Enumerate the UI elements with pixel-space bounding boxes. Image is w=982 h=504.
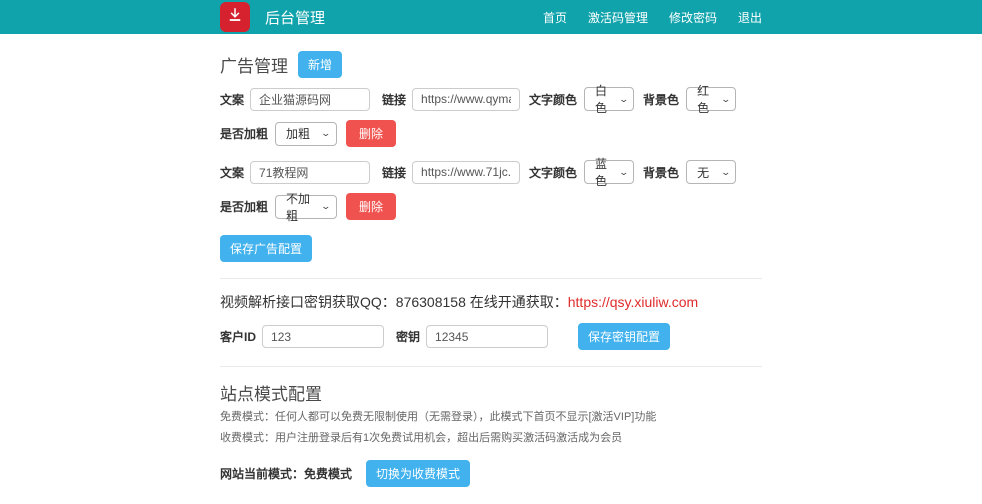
secret-key-input[interactable] (426, 325, 548, 348)
key-info-text: 视频解析接口密钥获取QQ：876308158 在线开通获取： (220, 294, 568, 310)
nav-item-activation-codes[interactable]: 激活码管理 (588, 9, 648, 26)
key-config-row: 客户ID 密钥 保存密钥配置 (220, 323, 762, 350)
site-mode-title: 站点模式配置 (220, 380, 762, 405)
ad-bg-color-label: 背景色 (643, 91, 679, 108)
ad-link-input[interactable] (412, 88, 520, 111)
ad-row-1-line-2: 是否加粗 加粗 ⌄ 删除 (220, 120, 762, 147)
ad-text-label: 文案 (220, 91, 244, 108)
paid-mode-description: 收费模式：用户注册登录后有1次免费试用机会，超出后需购买激活码激活成为会员 (220, 431, 762, 447)
current-mode-row: 网站当前模式：免费模式 切换为收费模式 (220, 460, 762, 487)
chevron-down-icon: ⌄ (720, 94, 731, 105)
ad-link-label: 链接 (382, 164, 406, 181)
ad-text-color-select[interactable]: 白色 ⌄ (584, 87, 634, 111)
current-mode-label: 网站当前模式：免费模式 (220, 465, 352, 482)
ad-link-label: 链接 (382, 91, 406, 108)
brand: 后台管理 (220, 0, 325, 34)
app-title: 后台管理 (265, 7, 325, 28)
selected-value: 蓝色 (595, 155, 613, 189)
ad-row-1-line-1: 文案 链接 文字颜色 白色 ⌄ 背景色 红色 ⌄ (220, 87, 762, 111)
section-divider (220, 278, 762, 279)
chevron-down-icon: ⌄ (720, 167, 731, 178)
ad-text-color-label: 文字颜色 (529, 164, 577, 181)
nav-item-logout[interactable]: 退出 (738, 9, 762, 26)
site-mode-section: 站点模式配置 免费模式：任何人都可以免费无限制使用（无需登录），此模式下首页不显… (220, 380, 762, 487)
selected-value: 不加粗 (286, 190, 316, 224)
client-id-label: 客户ID (220, 328, 256, 345)
ad-link-input[interactable] (412, 161, 520, 184)
secret-key-label: 密钥 (396, 328, 420, 345)
ad-text-color-label: 文字颜色 (529, 91, 577, 108)
section-divider (220, 366, 762, 367)
ad-bold-label: 是否加粗 (220, 198, 268, 215)
chevron-down-icon: ⌄ (321, 128, 332, 139)
free-mode-description: 免费模式：任何人都可以免费无限制使用（无需登录），此模式下首页不显示[激活VIP… (220, 410, 762, 426)
main-content: 广告管理 新增 文案 链接 文字颜色 白色 ⌄ 背景色 红色 ⌄ 是否加粗 加粗… (220, 51, 762, 487)
save-key-button[interactable]: 保存密钥配置 (578, 323, 670, 350)
client-id-input[interactable] (262, 325, 384, 348)
nav-links: 首页 激活码管理 修改密码 退出 (543, 9, 762, 26)
key-info-line: 视频解析接口密钥获取QQ：876308158 在线开通获取：https://qs… (220, 292, 762, 312)
ad-bg-color-select[interactable]: 无 ⌄ (686, 160, 736, 184)
selected-value: 红色 (697, 82, 715, 116)
add-ad-button[interactable]: 新增 (298, 51, 342, 78)
key-info-link[interactable]: https://qsy.xiuliw.com (568, 294, 698, 310)
app-logo (220, 2, 250, 32)
ad-text-label: 文案 (220, 164, 244, 181)
nav-item-change-password[interactable]: 修改密码 (669, 9, 717, 26)
ad-text-input[interactable] (250, 161, 370, 184)
ad-row-2-line-1: 文案 链接 文字颜色 蓝色 ⌄ 背景色 无 ⌄ (220, 160, 762, 184)
ad-text-input[interactable] (250, 88, 370, 111)
ads-section-title: 广告管理 (220, 52, 288, 77)
chevron-down-icon: ⌄ (321, 201, 332, 212)
ad-bold-select[interactable]: 加粗 ⌄ (275, 122, 337, 146)
chevron-down-icon: ⌄ (618, 167, 629, 178)
ad-row-2-line-2: 是否加粗 不加粗 ⌄ 删除 (220, 193, 762, 220)
delete-ad-button[interactable]: 删除 (346, 193, 396, 220)
ad-text-color-select[interactable]: 蓝色 ⌄ (584, 160, 634, 184)
selected-value: 加粗 (286, 125, 310, 142)
delete-ad-button[interactable]: 删除 (346, 120, 396, 147)
chevron-down-icon: ⌄ (618, 94, 629, 105)
nav-item-home[interactable]: 首页 (543, 9, 567, 26)
ad-bg-color-label: 背景色 (643, 164, 679, 181)
save-ads-button[interactable]: 保存广告配置 (220, 235, 312, 262)
selected-value: 无 (697, 164, 709, 181)
top-navbar: 后台管理 首页 激活码管理 修改密码 退出 (0, 0, 982, 34)
selected-value: 白色 (595, 82, 613, 116)
ad-bold-label: 是否加粗 (220, 125, 268, 142)
switch-mode-button[interactable]: 切换为收费模式 (366, 460, 470, 487)
ad-bg-color-select[interactable]: 红色 ⌄ (686, 87, 736, 111)
ad-bold-select[interactable]: 不加粗 ⌄ (275, 195, 337, 219)
download-icon (226, 6, 244, 29)
